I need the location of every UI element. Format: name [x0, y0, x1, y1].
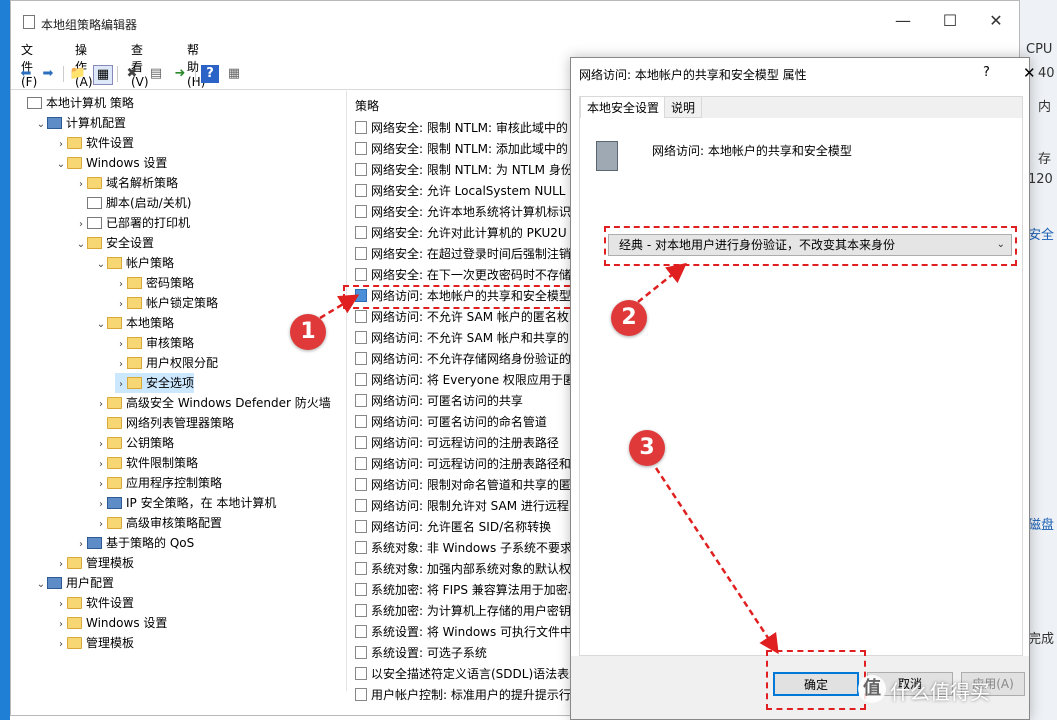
watermark-logo-icon: 值	[858, 675, 886, 703]
annotation-arrows	[319, 262, 779, 655]
watermark-text: 什么值得买	[890, 680, 990, 704]
arrow-1	[319, 294, 360, 320]
step-badge-2: 2	[611, 300, 647, 336]
step-badge-1: 1	[290, 314, 326, 350]
step-badge-3: 3	[629, 430, 665, 466]
arrow-2	[637, 262, 687, 303]
arrow-3	[654, 467, 779, 655]
